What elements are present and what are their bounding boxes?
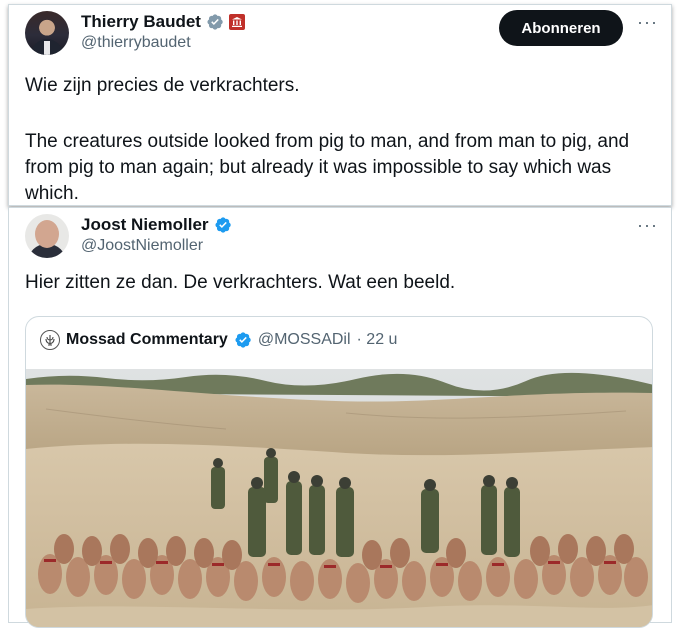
more-options-icon[interactable]: ··· xyxy=(637,13,658,31)
more-options-icon[interactable]: ··· xyxy=(637,216,658,234)
mossad-emblem-icon[interactable] xyxy=(40,330,60,350)
author-row: Joost Niemoller xyxy=(81,215,232,235)
avatar[interactable] xyxy=(25,11,69,55)
author-handle[interactable]: @JoostNiemoller xyxy=(81,237,203,255)
quoted-author-handle[interactable]: @MOSSADil xyxy=(258,331,351,349)
follow-button[interactable]: Abonneren xyxy=(499,10,623,46)
verified-badge-icon xyxy=(235,332,251,348)
avatar-shirt xyxy=(44,41,50,55)
tweet-text-line1: Wie zijn precies de verkrachters. xyxy=(25,75,300,96)
avatar[interactable] xyxy=(25,214,69,258)
quoted-author-name[interactable]: Mossad Commentary xyxy=(66,331,228,349)
author-handle[interactable]: @thierrybaudet xyxy=(81,34,191,52)
quoted-tweet[interactable]: Mossad Commentary @MOSSADil · 22 u xyxy=(25,316,653,628)
avatar-face xyxy=(35,220,59,248)
author-row: Thierry Baudet xyxy=(81,12,245,32)
quoted-timestamp[interactable]: · 22 u xyxy=(357,331,398,349)
tweet-text-line2: The creatures outside looked from pig to… xyxy=(25,131,630,204)
author-name[interactable]: Joost Niemoller xyxy=(81,215,209,235)
verified-badge-icon xyxy=(215,217,231,233)
tweet-text: Hier zitten ze dan. De verkrachters. Wat… xyxy=(25,272,456,293)
tweet-card-thierry-baudet: Thierry Baudet @thierrybaudet Abonneren … xyxy=(8,4,672,206)
government-building-icon xyxy=(228,14,245,30)
verified-badge-icon xyxy=(207,14,223,30)
quoted-tweet-header: Mossad Commentary @MOSSADil · 22 u xyxy=(40,330,397,350)
quoted-photo[interactable] xyxy=(26,369,653,628)
tweet-card-joost-niemoller: Joost Niemoller @JoostNiemoller ··· Hier… xyxy=(8,207,672,628)
author-name[interactable]: Thierry Baudet xyxy=(81,12,201,32)
